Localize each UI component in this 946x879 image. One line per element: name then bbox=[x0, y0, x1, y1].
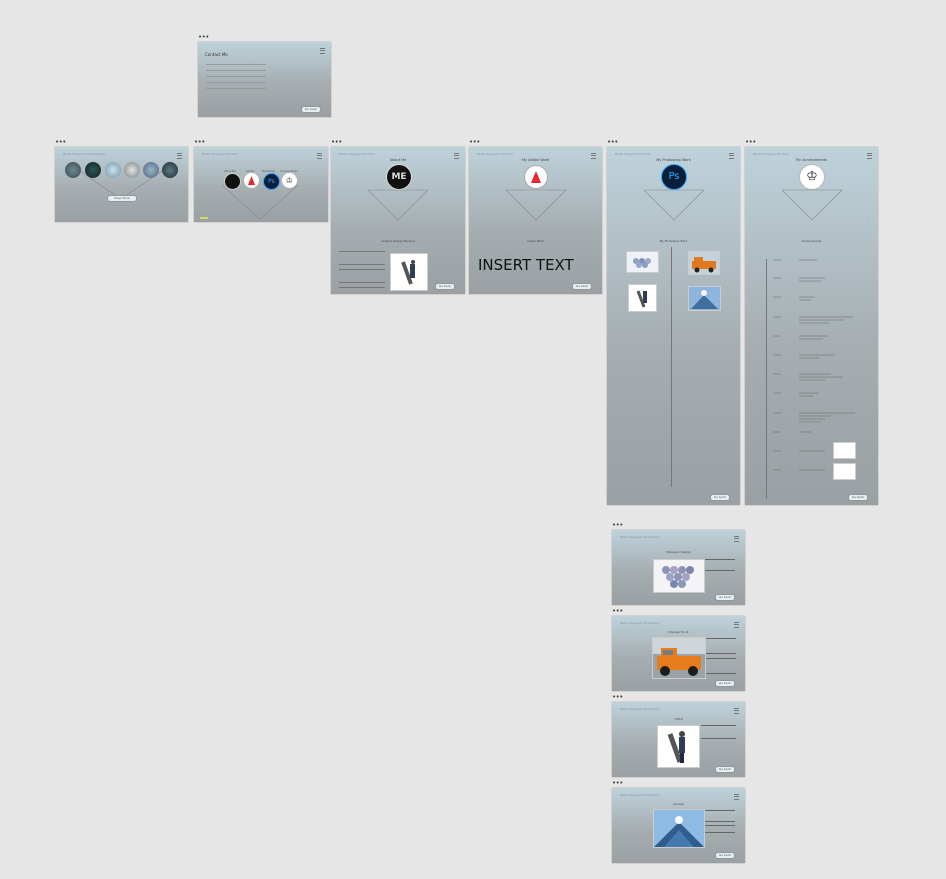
nav-label-achievements: Achievements bbox=[280, 170, 298, 173]
next-link[interactable]: › bbox=[591, 218, 592, 221]
about-subtitle: Graphic Design Student bbox=[381, 239, 415, 243]
nav-label-adobe: Adobe bbox=[246, 170, 254, 173]
go-back-button[interactable]: Go back bbox=[715, 594, 735, 601]
detail-title: Orange Truck bbox=[668, 630, 689, 634]
go-back-button[interactable]: Go back bbox=[572, 283, 592, 290]
adobe-icon[interactable] bbox=[244, 173, 259, 188]
detail-description bbox=[701, 725, 736, 739]
hexagon-image bbox=[653, 559, 705, 593]
photoshop-icon[interactable]: Ps bbox=[263, 173, 280, 190]
contact-title: Contact Me bbox=[205, 52, 228, 57]
board-header: Blake Tongeren Photoshop bbox=[620, 535, 660, 539]
artboard-menu-dots[interactable]: ••• bbox=[198, 34, 209, 41]
artboard-menu-dots[interactable]: ••• bbox=[612, 522, 623, 529]
artboard-about: Blake Tongeren Portfolio About Me ME › G… bbox=[331, 147, 465, 294]
gallery-photo-2[interactable] bbox=[85, 162, 101, 178]
artboard-photoshop: Blake Tongeren Portfolio My Photoshop Wo… bbox=[607, 147, 740, 505]
board-header: Blake Tongeren Photoshop bbox=[620, 707, 660, 711]
detail-title: Hexagon Design bbox=[666, 550, 691, 554]
nav-label-about: About Me bbox=[224, 170, 236, 173]
detail-description bbox=[705, 559, 735, 571]
go-back-button[interactable]: Go back bbox=[715, 852, 735, 859]
truck-image bbox=[652, 637, 706, 679]
artboard-gallery: Blake Tongeren Photography View More bbox=[55, 147, 188, 222]
about-paragraphs bbox=[339, 251, 385, 294]
sunset-image bbox=[653, 809, 705, 848]
timeline-line bbox=[671, 247, 672, 487]
artboard-menu-dots[interactable]: ••• bbox=[331, 139, 342, 146]
hamburger-icon[interactable] bbox=[734, 622, 739, 628]
artboard-ps-truck: Blake Tongeren Photoshop Orange Truck Go… bbox=[612, 616, 745, 691]
go-back-button[interactable]: Go back bbox=[710, 494, 730, 501]
adobe-subtitle: Adobe Work bbox=[527, 239, 544, 243]
artboard-menu-dots[interactable]: ••• bbox=[607, 139, 618, 146]
logo-icon[interactable] bbox=[224, 173, 241, 190]
contact-fields bbox=[206, 61, 266, 91]
artboard-achievements: Blake Tongeren Portfolio My Achievements… bbox=[745, 147, 878, 505]
artboard-menu-dots[interactable]: ••• bbox=[55, 139, 66, 146]
nav-label-photoshop: Photoshop bbox=[262, 170, 276, 173]
gallery-photo-3[interactable] bbox=[105, 162, 121, 178]
artboard-portfolio: Blake Tongeren Portfolio Ps ♔ About Me A… bbox=[194, 147, 328, 222]
artboard-menu-dots[interactable]: ••• bbox=[194, 139, 205, 146]
artboard-menu-dots[interactable]: ••• bbox=[612, 694, 623, 701]
hamburger-icon[interactable] bbox=[734, 708, 739, 714]
photoshop-subtitle: My Photoshop Work bbox=[659, 239, 688, 243]
next-link[interactable]: › bbox=[454, 218, 455, 221]
artboard-contact: Contact Me Go back bbox=[198, 42, 331, 117]
hamburger-icon[interactable] bbox=[734, 794, 739, 800]
go-back-button[interactable]: Go back bbox=[301, 106, 321, 113]
about-photo bbox=[390, 253, 428, 291]
certificate-thumb[interactable] bbox=[833, 442, 856, 459]
hexagon-thumb[interactable] bbox=[626, 251, 659, 273]
gallery-photo-6[interactable] bbox=[162, 162, 178, 178]
artboard-ps-tilted: Blake Tongeren Photoshop Tilted Go back bbox=[612, 702, 745, 777]
board-header: Blake Tongeren Photoshop bbox=[620, 621, 660, 625]
trophy-icon[interactable]: ♔ bbox=[282, 173, 297, 188]
artboard-menu-dots[interactable]: ••• bbox=[745, 139, 756, 146]
insert-text-placeholder: INSERT TEXT bbox=[478, 256, 574, 274]
detail-title: Sunset bbox=[673, 802, 684, 806]
go-back-button[interactable]: Go back bbox=[715, 766, 735, 773]
hamburger-icon[interactable] bbox=[734, 536, 739, 542]
go-back-button[interactable]: Go back bbox=[435, 283, 455, 290]
status-marker bbox=[200, 217, 208, 219]
go-back-button[interactable]: Go back bbox=[715, 680, 735, 687]
gallery-photo-5[interactable] bbox=[143, 162, 159, 178]
certificate-thumb[interactable] bbox=[833, 463, 856, 480]
next-link[interactable]: › bbox=[729, 218, 730, 221]
truck-thumb[interactable] bbox=[688, 251, 720, 275]
board-header: Blake Tongeren Photoshop bbox=[620, 793, 660, 797]
achievement-entries bbox=[773, 259, 855, 471]
tilted-image bbox=[657, 725, 700, 768]
sunset-thumb[interactable] bbox=[688, 286, 721, 311]
go-back-button[interactable]: Go back bbox=[848, 494, 868, 501]
artboard-ps-sunset: Blake Tongeren Photoshop Sunset Go back bbox=[612, 788, 745, 863]
detail-description bbox=[706, 638, 736, 674]
artboard-menu-dots[interactable]: ••• bbox=[612, 608, 623, 615]
artboard-menu-dots[interactable]: ••• bbox=[612, 780, 623, 787]
hamburger-icon[interactable] bbox=[320, 48, 325, 54]
artboard-ps-hexagon: Blake Tongeren Photoshop Hexagon Design … bbox=[612, 530, 745, 605]
view-more-button[interactable]: View More bbox=[107, 195, 137, 202]
detail-description bbox=[705, 810, 735, 833]
gallery-photo-1[interactable] bbox=[65, 162, 81, 178]
photoshop-triangle bbox=[643, 189, 705, 221]
gallery-photo-4[interactable] bbox=[124, 162, 140, 178]
artboard-menu-dots[interactable]: ••• bbox=[469, 139, 480, 146]
artboard-adobe: Blake Tongeren Portfolio My Adobe Work ›… bbox=[469, 147, 602, 294]
gallery-triangle bbox=[76, 168, 166, 200]
detail-title: Tilted bbox=[674, 717, 683, 721]
portfolio-triangle bbox=[221, 184, 299, 220]
tilted-thumb[interactable] bbox=[628, 284, 657, 312]
